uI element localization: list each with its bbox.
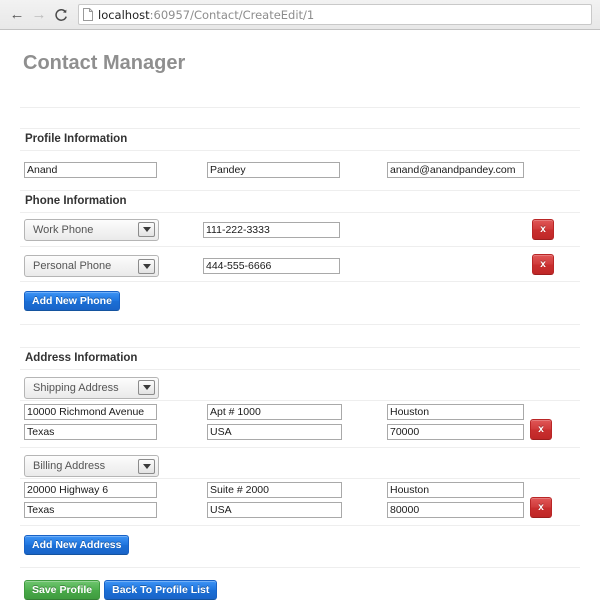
address-type-select-2[interactable]: Billing Address [24,455,159,477]
address-type-row-2: Billing Address [20,448,580,478]
first-name-input[interactable] [24,161,157,178]
delete-address-button-2[interactable]: x [530,497,552,518]
address-state-input-2[interactable] [24,501,157,518]
last-name-input[interactable] [207,161,340,178]
address-city-input-1[interactable] [387,404,524,420]
phone-type-value-2: Personal Phone [33,260,112,272]
address-row: x [20,497,580,519]
url-text: localhost:60957/Contact/CreateEdit/1 [98,8,314,22]
address-type-value-2: Billing Address [33,460,106,472]
delete-address-button-1[interactable]: x [530,419,552,440]
chevron-down-icon [138,458,155,474]
phone-type-select-1[interactable]: Work Phone [24,218,159,241]
delete-phone-button-1[interactable]: x [532,219,554,240]
address-line2-input-2[interactable] [207,482,342,498]
profile-fields-row [20,151,580,180]
add-address-row: Add New Address [20,526,580,555]
phone-type-select-2[interactable]: Personal Phone [24,255,159,277]
chevron-down-icon [138,222,155,237]
address-row: x [20,419,580,441]
phone-row: Work Phone x [20,213,580,246]
back-arrow-icon[interactable]: ← [6,4,28,26]
address-state-input-1[interactable] [24,423,157,440]
address-country-input-2[interactable] [207,501,342,518]
address-city-input-2[interactable] [387,482,524,498]
page-body: Contact Manager Profile Information Phon… [0,30,600,600]
address-line1-input-1[interactable] [24,404,157,420]
address-type-value-1: Shipping Address [33,381,119,394]
address-line1-input-2[interactable] [24,482,157,498]
url-host: localhost [98,7,150,22]
add-new-phone-button[interactable]: Add New Phone [24,291,120,311]
chevron-down-icon [138,380,155,395]
address-line2-input-1[interactable] [207,404,342,420]
page-title: Contact Manager [23,52,186,74]
section-label-address: Address Information [25,352,138,364]
save-profile-button[interactable]: Save Profile [24,580,101,600]
address-row [20,401,580,420]
forward-arrow-icon[interactable]: → [28,4,50,26]
add-new-address-button[interactable]: Add New Address [24,535,130,555]
page-document-icon [83,8,93,21]
back-to-profile-list-button[interactable]: Back To Profile List [104,580,218,600]
section-label-phone: Phone Information [25,195,127,207]
content-container: Contact Manager Profile Information Phon… [0,30,600,600]
url-path: :60957/Contact/CreateEdit/1 [149,7,315,22]
footer-actions: Save Profile Back To Profile List [20,568,580,600]
chevron-down-icon [138,258,155,274]
add-phone-row: Add New Phone [20,282,580,311]
browser-toolbar: ← → localhost:60957/Contact/CreateEdit/1 [0,0,600,30]
phone-row: Personal Phone x [20,247,580,281]
address-country-input-1[interactable] [207,423,342,440]
url-bar[interactable]: localhost:60957/Contact/CreateEdit/1 [78,4,592,25]
address-type-row-1: Shipping Address [20,370,580,400]
section-label-profile: Profile Information [25,133,128,145]
phone-number-input-2[interactable] [203,258,340,274]
address-zip-input-2[interactable] [387,501,524,518]
reload-icon[interactable] [50,4,72,26]
delete-phone-button-2[interactable]: x [532,254,554,275]
email-input[interactable] [387,161,524,178]
phone-number-input-1[interactable] [203,221,340,238]
address-row [20,479,580,498]
phone-type-value-1: Work Phone [33,223,94,236]
address-zip-input-1[interactable] [387,423,524,440]
address-type-select-1[interactable]: Shipping Address [24,376,159,399]
